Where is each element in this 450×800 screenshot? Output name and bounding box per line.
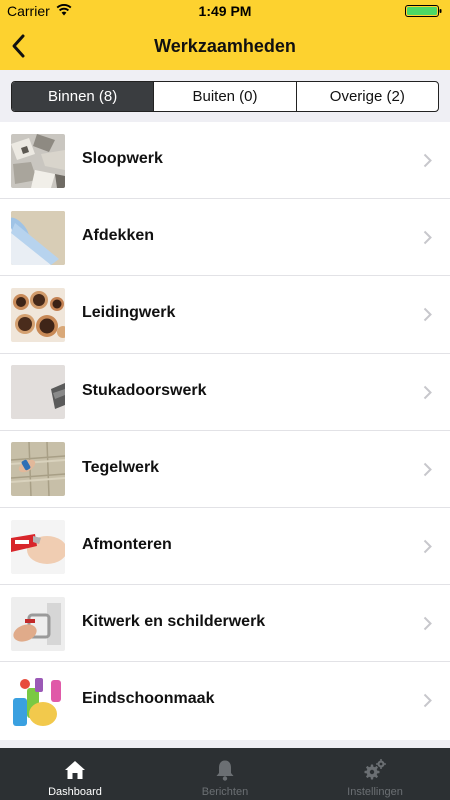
tegelwerk-thumbnail [11,442,65,497]
work-list: Sloopwerk Afdekken Leidingwerk Stukadoor… [0,122,450,740]
tab-label: Berichten [201,786,249,798]
page-title: Werkzaamheden [154,36,296,56]
item-label: Afmonteren [82,535,172,553]
chevron-right-icon [423,153,432,168]
kitwerk-thumbnail [11,596,65,651]
chevron-right-icon [423,308,432,322]
eindschoonmaak-thumbnail [11,673,65,728]
list-item[interactable]: Afdekken [0,199,450,277]
status-bar: Carrier 1:49 PM [0,0,450,22]
app-header: Carrier 1:49 PM Werkzaamheden [0,0,450,70]
status-time: 1:49 PM [198,3,252,19]
list-item[interactable]: Leidingwerk [0,276,450,354]
tab-instellingen[interactable]: Instellingen [300,748,450,800]
bell-icon [216,760,234,781]
segment-binnen[interactable]: Binnen (8) [12,82,154,111]
tab-berichten[interactable]: Berichten [150,748,300,800]
navigation-bar: Werkzaamheden [0,22,450,70]
segment-overige[interactable]: Overige (2) [295,82,438,111]
chevron-right-icon [423,539,432,554]
list-item[interactable]: Stukadoorswerk [0,354,450,431]
stukadoorswerk-thumbnail [11,365,65,420]
gears-icon [364,759,386,780]
afdekken-thumbnail [11,210,65,265]
tab-label: Instellingen [347,786,403,798]
segment-buiten[interactable]: Buiten (0) [153,82,295,111]
segment-area: Binnen (8) Buiten (0) Overige (2) [0,70,450,122]
segmented-control: Binnen (8) Buiten (0) Overige (2) [11,81,439,112]
item-label: Tegelwerk [82,458,160,476]
tab-dashboard[interactable]: Dashboard [0,748,150,800]
list-item[interactable]: Eindschoonmaak [0,662,450,739]
tab-label: Dashboard [48,786,102,798]
list-item[interactable]: Tegelwerk [0,431,450,508]
chevron-right-icon [423,385,432,399]
item-label: Afdekken [82,227,155,245]
tab-bar: Dashboard Berichten Instellingen [0,748,450,800]
home-icon [65,761,85,779]
list-item[interactable]: Afmonteren [0,508,450,586]
item-label: Sloopwerk [82,150,163,167]
item-label: Kitwerk en schilderwerk [82,613,266,631]
item-label: Eindschoonmaak [82,690,215,708]
battery-icon [405,5,442,17]
item-label: Stukadoorswerk [82,381,207,399]
sloopwerk-thumbnail [11,133,65,188]
list-item[interactable]: Sloopwerk [0,122,450,200]
leidingwerk-thumbnail [11,287,65,342]
chevron-right-icon [423,694,432,708]
afmonteren-thumbnail [11,519,65,574]
item-label: Leidingwerk [82,304,176,322]
list-item[interactable]: Kitwerk en schilderwerk [0,585,450,663]
chevron-right-icon [423,462,432,476]
chevron-right-icon [423,230,432,245]
chevron-right-icon [423,616,432,631]
